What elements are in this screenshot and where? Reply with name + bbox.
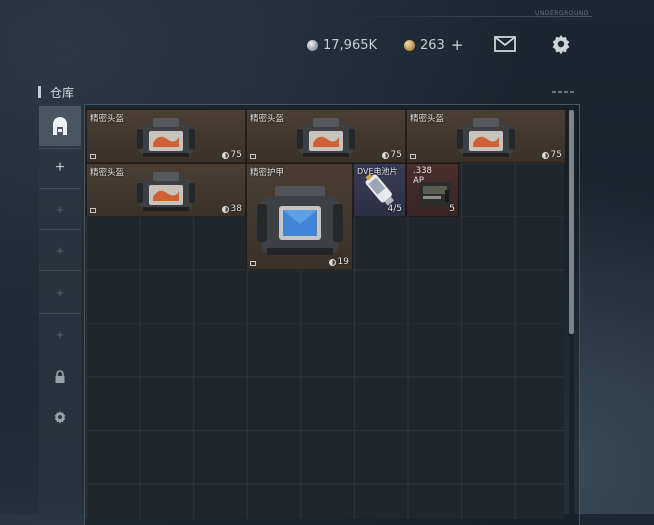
- item-name: 精密头盔: [90, 114, 125, 124]
- helmet-icon: [135, 115, 197, 159]
- inventory-item-helmet[interactable]: 精密头盔 75: [86, 109, 246, 163]
- inventory-item-helmet[interactable]: 精密头盔 38: [86, 163, 246, 217]
- panel-dots: [552, 91, 574, 93]
- scrollbar-thumb[interactable]: [569, 110, 574, 334]
- lock-icon: [55, 370, 65, 383]
- gear-icon[interactable]: [549, 33, 573, 55]
- plus-icon: +: [55, 159, 65, 176]
- durability-value: 75: [541, 150, 562, 160]
- durability-number: 19: [337, 257, 349, 267]
- durability-number: 75: [390, 150, 402, 160]
- inventory-item-ammo[interactable]: .338 AP 5: [406, 163, 459, 217]
- silver-currency: 17,965K: [307, 36, 377, 54]
- plus-icon: +: [56, 326, 64, 342]
- lock-icon: [90, 154, 96, 159]
- sidebar-item-empty-slot[interactable]: +: [39, 191, 81, 227]
- durability-number: 38: [230, 204, 242, 214]
- lock-icon: [250, 261, 256, 266]
- sidebar-item-backpack[interactable]: [39, 106, 81, 146]
- durability-icon: [381, 151, 389, 159]
- gold-amount: 263: [420, 37, 445, 53]
- durability-number: 75: [550, 150, 562, 160]
- sidebar-item-empty-slot[interactable]: +: [39, 232, 81, 268]
- plus-icon: +: [56, 201, 64, 217]
- lock-icon: [250, 154, 256, 159]
- page-title: 仓库: [50, 86, 75, 100]
- item-name: 精密护甲: [250, 168, 285, 178]
- durability-value: 75: [221, 150, 242, 160]
- helmet-icon: [455, 115, 517, 159]
- inventory-item-armor[interactable]: 精密护甲 19: [246, 163, 353, 270]
- backpack-icon: [53, 117, 67, 135]
- durability-value: 38: [221, 204, 242, 214]
- helmet-icon: [135, 169, 197, 213]
- plus-icon: +: [56, 284, 64, 300]
- sidebar-item-add[interactable]: +: [39, 151, 81, 185]
- durability-icon: [221, 205, 229, 213]
- sidebar-item-empty-slot[interactable]: +: [39, 316, 81, 352]
- item-name: 精密头盔: [250, 114, 285, 124]
- add-currency-button[interactable]: +: [451, 36, 464, 54]
- silver-amount: 17,965K: [323, 37, 378, 53]
- item-name: 精密头盔: [90, 168, 125, 178]
- durability-icon: [221, 151, 229, 159]
- sidebar-item-settings[interactable]: [39, 402, 81, 432]
- ammo-caliber: .338: [413, 166, 432, 176]
- durability-icon: [541, 151, 549, 159]
- inventory-item-battery[interactable]: DVE电池片 4/5: [353, 163, 406, 217]
- lock-icon: [90, 208, 96, 213]
- armor-icon: [255, 184, 345, 260]
- top-label: UNDERGROUND: [535, 10, 590, 17]
- durability-value: 75: [381, 150, 402, 160]
- mail-icon[interactable]: [493, 33, 517, 55]
- sidebar-item-lock[interactable]: [39, 362, 81, 392]
- inventory-item-helmet[interactable]: 精密头盔 75: [406, 109, 566, 163]
- durability-value: 19: [328, 257, 349, 267]
- durability-number: 75: [230, 150, 242, 160]
- sidebar-item-empty-slot[interactable]: +: [39, 273, 81, 311]
- gold-currency: 263 +: [404, 36, 463, 54]
- lock-icon: [410, 154, 416, 159]
- plus-icon: +: [56, 242, 64, 258]
- ammo-box-icon: [417, 180, 453, 208]
- gear-icon: [54, 411, 66, 424]
- inventory-item-helmet[interactable]: 精密头盔 75: [246, 109, 406, 163]
- item-name: 精密头盔: [410, 114, 445, 124]
- gold-coin-icon: [404, 39, 415, 51]
- ammo-count: 5: [449, 204, 455, 214]
- charge-value: 4/5: [387, 204, 402, 214]
- storage-sidebar: + + + + +: [39, 104, 81, 514]
- helmet-icon: [295, 115, 357, 159]
- panel-title-marker: [38, 86, 41, 98]
- durability-icon: [328, 258, 336, 266]
- silver-coin-icon: [307, 39, 318, 51]
